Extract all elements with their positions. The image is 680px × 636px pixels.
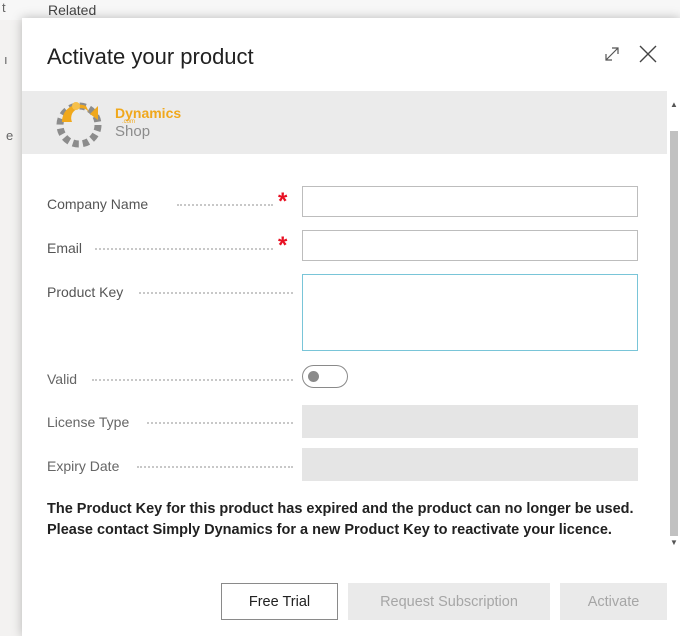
background-fragment: t	[2, 0, 6, 15]
background-fragment: ı	[4, 52, 8, 67]
expiry-date-field	[302, 448, 638, 481]
logo-text-shop: Shop	[115, 123, 151, 140]
email-label: Email	[47, 240, 83, 256]
dialog-title: Activate your product	[47, 44, 254, 69]
request-subscription-button[interactable]: Request Subscription	[348, 583, 550, 620]
license-type-field	[302, 405, 638, 438]
free-trial-button[interactable]: Free Trial	[221, 583, 338, 620]
scrollbar-thumb[interactable]	[670, 131, 678, 536]
product-banner: Dynamics .com Shop	[22, 91, 680, 154]
valid-toggle[interactable]	[302, 365, 348, 388]
product-key-label: Product Key	[47, 284, 124, 300]
expired-key-message: The Product Key for this product has exp…	[47, 501, 634, 538]
license-type-label: License Type	[47, 414, 130, 430]
expand-icon[interactable]	[600, 42, 624, 66]
activate-button[interactable]: Activate	[560, 583, 667, 620]
label-leader-dots	[95, 248, 273, 251]
required-marker: *	[278, 188, 288, 215]
label-leader-dots	[137, 466, 293, 469]
company-name-label: Company Name	[47, 196, 149, 212]
activate-product-dialog: Activate your product Dynamics .com Shop…	[22, 18, 680, 636]
toggle-knob	[308, 371, 319, 382]
label-leader-dots	[139, 292, 293, 295]
label-leader-dots	[177, 204, 273, 207]
required-marker: *	[278, 232, 288, 259]
scroll-down-icon[interactable]: ▼	[670, 538, 678, 547]
close-icon[interactable]	[636, 42, 660, 66]
email-input[interactable]	[302, 230, 638, 261]
background-fragment: e	[6, 128, 14, 143]
related-tab[interactable]: Related	[48, 2, 96, 18]
product-key-input[interactable]	[302, 274, 638, 351]
valid-label: Valid	[47, 371, 78, 387]
scroll-up-icon[interactable]: ▲	[670, 100, 678, 109]
expiry-date-label: Expiry Date	[47, 458, 120, 474]
label-leader-dots	[147, 422, 293, 425]
label-leader-dots	[92, 379, 293, 382]
company-name-input[interactable]	[302, 186, 638, 217]
dynamics-shop-logo	[52, 96, 106, 150]
background-header	[0, 0, 680, 20]
